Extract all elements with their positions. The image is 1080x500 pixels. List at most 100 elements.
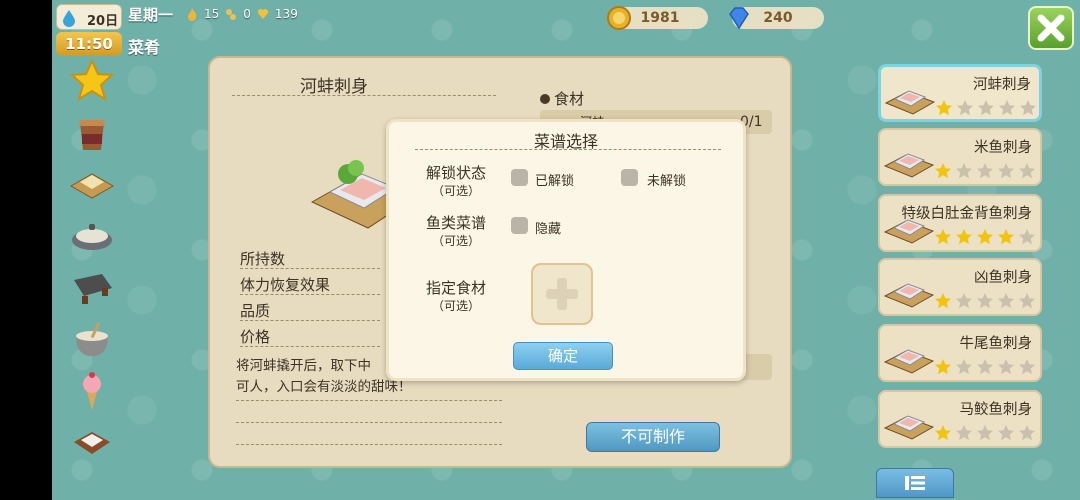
plus-icon <box>546 278 578 310</box>
gem-counter: 240 <box>729 7 824 30</box>
dish-thumbnail-icon <box>884 283 934 308</box>
star-empty-icon <box>957 100 973 116</box>
recipe-name: 河蚌刺身 <box>973 77 1031 93</box>
grill-icon <box>74 274 112 304</box>
star-empty-icon <box>956 359 972 375</box>
category-bucket[interactable] <box>68 112 116 156</box>
recipe-rating <box>934 358 1036 376</box>
recipe-rating <box>934 292 1036 310</box>
coin-icon <box>607 6 631 30</box>
star-empty-icon <box>977 163 993 179</box>
unlocked-label: 已解锁 <box>535 174 575 189</box>
star-empty-icon <box>1019 359 1035 375</box>
star-empty-icon <box>1019 163 1035 179</box>
recipe-list-item[interactable]: 特级白肚金背鱼刺身 <box>878 194 1042 252</box>
category-pot[interactable] <box>68 214 116 258</box>
confirm-button[interactable]: 确定 <box>513 342 613 370</box>
gem-value: 240 <box>763 10 793 26</box>
category-grill[interactable] <box>68 266 116 310</box>
recipe-rating <box>935 99 1037 117</box>
category-box[interactable] <box>68 420 116 464</box>
game-screen: 20日 11:50 星期一 15 0 139 菜肴 1981 240 河蚌刺身 … <box>52 0 1080 500</box>
star-empty-icon <box>977 359 993 375</box>
category-bowl[interactable] <box>68 318 116 362</box>
fish-recipe-label: 鱼类菜谱 <box>425 214 486 232</box>
flame-icon <box>188 8 197 21</box>
star-empty-icon <box>998 359 1014 375</box>
recipe-rating <box>934 228 1036 246</box>
optional-hint: （可选） <box>431 234 480 248</box>
ingredient-filter-label: 指定食材 <box>425 279 486 297</box>
ingredients-header-text: 食材 <box>554 90 585 108</box>
star-empty-icon <box>1020 100 1036 116</box>
unlocked-checkbox[interactable] <box>511 169 528 186</box>
recipe-list-item[interactable]: 牛尾鱼刺身 <box>878 324 1042 382</box>
close-button[interactable] <box>1028 6 1074 50</box>
recipe-rating <box>934 424 1036 442</box>
quality-label: 品质 <box>240 300 380 321</box>
time-label: 11:50 <box>56 32 122 56</box>
heart-icon <box>257 9 269 19</box>
recipe-list-item[interactable]: 米鱼刺身 <box>878 128 1042 186</box>
seed-icon <box>226 9 237 20</box>
star-filled-icon <box>956 229 972 245</box>
category-sashimi[interactable] <box>68 160 116 204</box>
star-empty-icon <box>977 425 993 441</box>
screen-left-edge <box>0 0 52 500</box>
category-dessert[interactable] <box>68 368 116 412</box>
star-filled-icon <box>935 163 951 179</box>
star-empty-icon <box>998 293 1014 309</box>
recipe-list-item[interactable]: 凶鱼刺身 <box>878 258 1042 316</box>
recipe-list-item[interactable]: 马鲛鱼刺身 <box>878 390 1042 448</box>
stat-flame-value: 15 <box>204 7 220 21</box>
star-filled-icon <box>998 229 1014 245</box>
weekday-label: 星期一 <box>128 6 174 24</box>
box-icon <box>74 432 110 454</box>
bucket-icon <box>79 120 105 150</box>
star-empty-icon <box>977 293 993 309</box>
star-filled-icon <box>977 229 993 245</box>
dish-thumbnail-icon <box>885 90 935 115</box>
recipe-name: 特级白肚金背鱼刺身 <box>901 206 1033 222</box>
stat-heart-value: 139 <box>274 7 298 21</box>
pot-icon <box>72 224 112 250</box>
star-empty-icon <box>956 425 972 441</box>
stat-seed-value: 0 <box>243 7 251 21</box>
close-icon <box>1037 14 1065 42</box>
coin-counter: 1981 <box>607 6 708 30</box>
recipe-filter-dialog: 菜谱选择 解锁状态 （可选） 已解锁 未解锁 鱼类菜谱 （可选） 隐藏 指定食材… <box>386 119 746 381</box>
star-empty-icon <box>998 163 1014 179</box>
star-filled-icon <box>936 100 952 116</box>
coin-value: 1981 <box>640 10 680 26</box>
locked-checkbox[interactable] <box>621 169 638 186</box>
category-favorite[interactable] <box>68 58 116 102</box>
add-ingredient-slot[interactable] <box>531 263 593 325</box>
divider <box>236 444 502 445</box>
recipe-name: 马鲛鱼刺身 <box>959 402 1033 418</box>
star-empty-icon <box>956 163 972 179</box>
locked-label: 未解锁 <box>647 174 687 189</box>
bowl-icon <box>76 322 108 356</box>
list-icon <box>905 476 925 490</box>
star-empty-icon <box>956 293 972 309</box>
hide-checkbox[interactable] <box>511 217 528 234</box>
sashimi-board-icon <box>69 173 115 199</box>
section-title: 菜肴 <box>128 38 161 57</box>
recipe-rating <box>934 162 1036 180</box>
day-label: 20日 <box>87 14 119 29</box>
sort-button[interactable] <box>876 468 954 498</box>
optional-hint: （可选） <box>431 184 480 198</box>
star-icon <box>69 58 115 102</box>
optional-hint: （可选） <box>431 299 480 313</box>
star-empty-icon <box>1019 425 1035 441</box>
cannot-cook-button[interactable]: 不可制作 <box>586 422 720 452</box>
star-empty-icon <box>998 425 1014 441</box>
star-filled-icon <box>935 293 951 309</box>
dish-thumbnail-icon <box>884 349 934 374</box>
unlock-status-label: 解锁状态 <box>425 164 486 182</box>
recipe-list-item[interactable]: 河蚌刺身 <box>878 64 1042 122</box>
bullet-icon <box>540 94 550 104</box>
hide-label: 隐藏 <box>535 222 562 237</box>
dish-thumbnail-icon <box>884 153 934 178</box>
divider <box>236 400 502 401</box>
